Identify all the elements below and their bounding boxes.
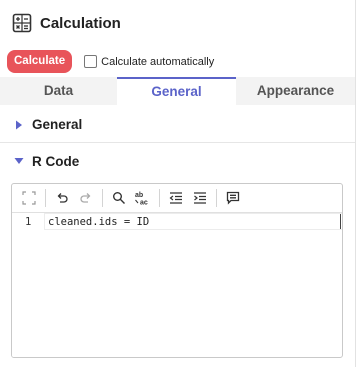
action-bar: Calculate Calculate automatically: [7, 50, 214, 73]
toolbar-divider: [45, 189, 46, 207]
svg-text:ac: ac: [140, 200, 148, 207]
calculate-automatically-option[interactable]: Calculate automatically: [84, 55, 214, 68]
chevron-down-icon: [12, 157, 26, 165]
calculate-button[interactable]: Calculate: [7, 50, 73, 73]
outdent-icon[interactable]: [165, 187, 187, 209]
replace-icon[interactable]: ab ac: [132, 187, 154, 209]
toolbar-divider: [216, 189, 217, 207]
toolbar-divider: [102, 189, 103, 207]
tab-general[interactable]: General: [117, 77, 236, 105]
editor-scrollbar[interactable]: [340, 214, 341, 229]
undo-icon[interactable]: [51, 187, 73, 209]
line-number-gutter: [12, 213, 42, 357]
panel-title: Calculation: [40, 14, 121, 32]
calculator-icon: [12, 13, 32, 33]
comment-icon[interactable]: [222, 187, 244, 209]
calculation-panel: Calculation Calculate Calculate automati…: [0, 0, 356, 367]
search-icon[interactable]: [108, 187, 130, 209]
tab-appearance[interactable]: Appearance: [236, 77, 355, 105]
chevron-right-icon: [12, 120, 26, 130]
section-general-label: General: [32, 117, 83, 132]
calculate-automatically-checkbox[interactable]: [84, 55, 98, 68]
indent-icon[interactable]: [189, 187, 211, 209]
calculate-automatically-label: Calculate automatically: [101, 55, 215, 68]
svg-text:ab: ab: [135, 192, 143, 199]
code-line[interactable]: cleaned.ids = ID: [48, 216, 149, 228]
redo-icon[interactable]: [75, 187, 97, 209]
toolbar-divider: [159, 189, 160, 207]
fullscreen-icon[interactable]: [18, 187, 40, 209]
section-r-code-header[interactable]: R Code: [0, 143, 355, 179]
panel-header: Calculation: [12, 10, 121, 36]
code-area[interactable]: 1 cleaned.ids = ID: [12, 213, 342, 357]
r-code-editor[interactable]: ab ac 1 cleaned.ids = ID: [11, 183, 343, 358]
tab-data[interactable]: Data: [0, 77, 117, 105]
section-r-code-label: R Code: [32, 153, 80, 169]
tab-bar: Data General Appearance: [0, 77, 355, 105]
section-general-header[interactable]: General: [0, 107, 355, 143]
editor-toolbar: ab ac: [12, 184, 342, 213]
line-number: 1: [25, 216, 32, 228]
